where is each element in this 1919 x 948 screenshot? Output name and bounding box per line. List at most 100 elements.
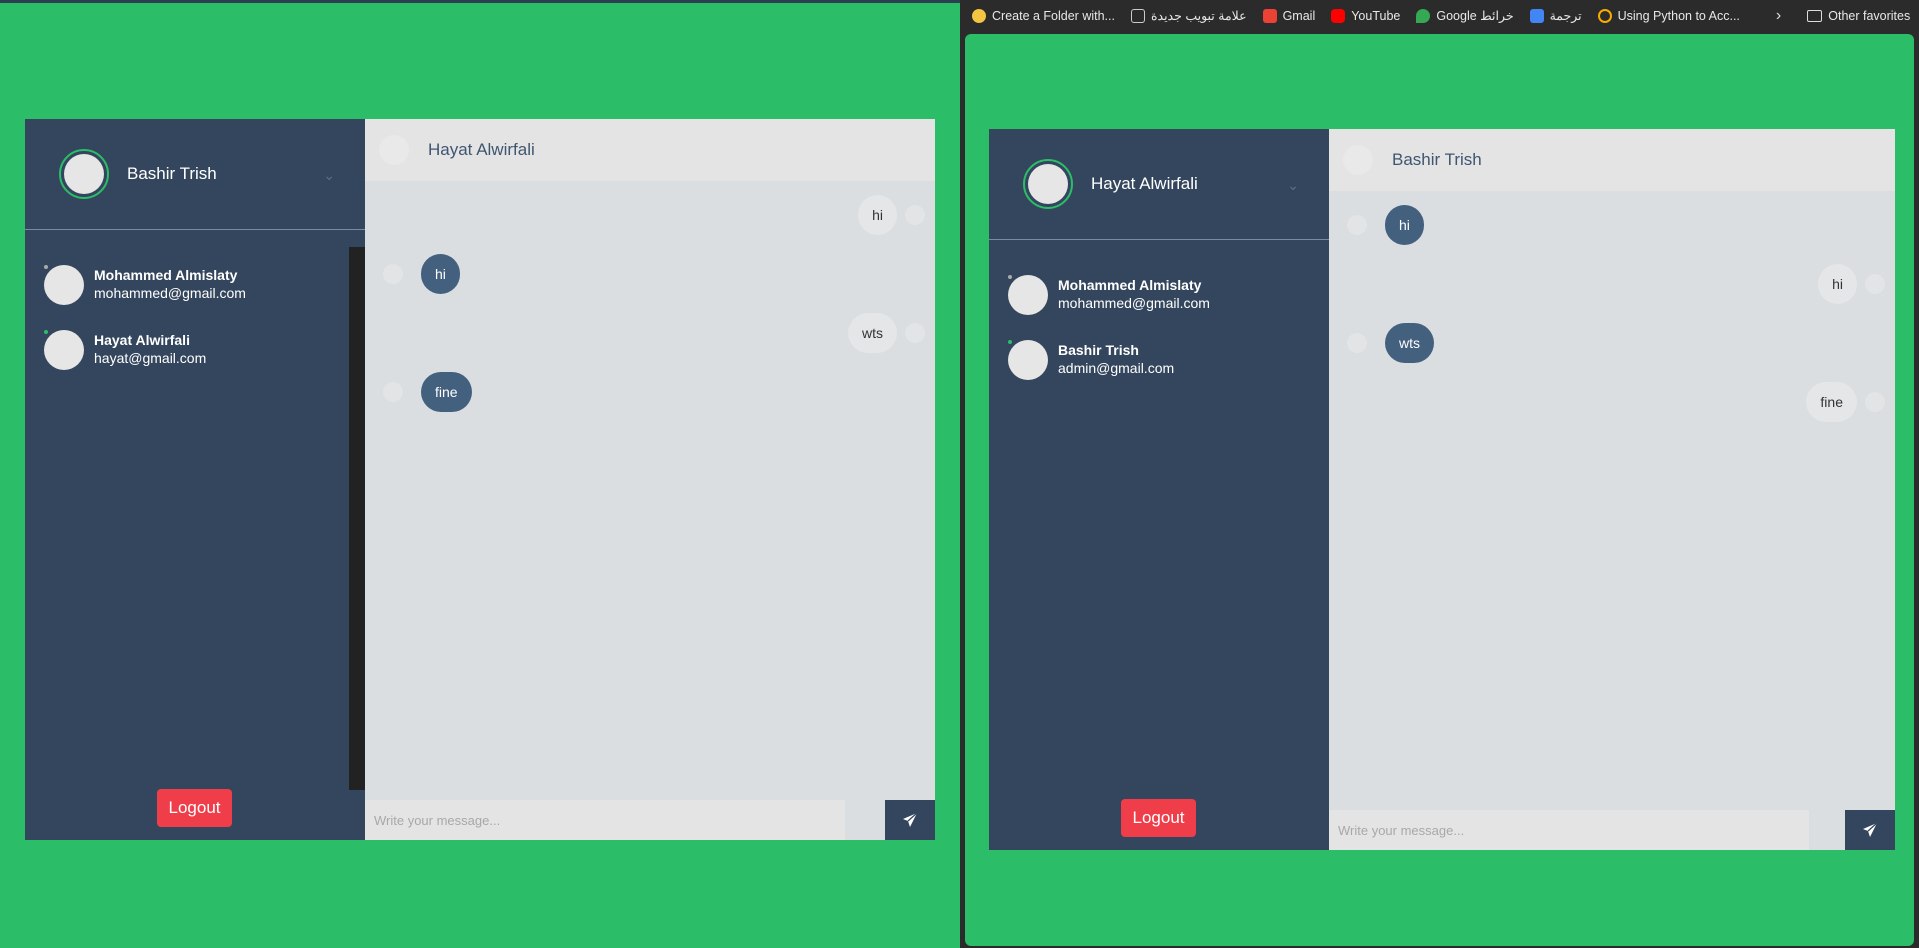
bookmark-item[interactable]: Google خرائط: [1416, 8, 1514, 23]
more-bookmarks-chevron-icon[interactable]: ›: [1776, 7, 1781, 25]
folder-icon: [1807, 9, 1823, 22]
online-status-dot: [43, 328, 49, 335]
contact-avatar: [1007, 273, 1048, 315]
message-avatar: [1347, 333, 1367, 353]
contact-item[interactable]: Mohammed Almislaty mohammed@gmail.com: [25, 252, 365, 317]
gmail-icon: [1262, 8, 1277, 23]
message-bubble: hi: [1385, 205, 1424, 245]
message-bubble: wts: [1385, 323, 1434, 363]
message-sent: wts: [383, 313, 925, 353]
contact-email: mohammed@gmail.com: [94, 284, 246, 301]
left-browser-viewport: Bashir Trish ⌄ Mohammed Almislaty mohamm…: [0, 0, 960, 948]
contact-email: mohammed@gmail.com: [1058, 294, 1210, 311]
bookmark-item[interactable]: علامة تبويب جديدة: [1130, 8, 1247, 23]
message-bubble: fine: [1806, 382, 1857, 422]
contact-avatar: [43, 328, 84, 370]
chat-app: Bashir Trish ⌄ Mohammed Almislaty mohamm…: [25, 119, 935, 840]
logout-button[interactable]: Logout: [157, 789, 232, 827]
message-composer: [365, 800, 935, 840]
contact-name: Bashir Trish: [1058, 341, 1139, 358]
contact-avatar: [1007, 338, 1048, 380]
translate-icon: [1529, 8, 1544, 23]
bookmark-item[interactable]: YouTube: [1331, 8, 1401, 23]
bookmark-label: YouTube: [1351, 8, 1401, 23]
contact-list: Mohammed Almislaty mohammed@gmail.com Ha…: [25, 230, 365, 382]
chat-partner-avatar: [1343, 145, 1373, 175]
message-avatar: [905, 323, 925, 343]
message-bubble: fine: [421, 372, 472, 412]
bookmark-label: ترجمة: [1549, 9, 1582, 23]
message-received: hi: [1347, 205, 1885, 245]
chat-partner-avatar: [379, 135, 409, 165]
bookmark-item[interactable]: Gmail: [1262, 8, 1316, 23]
contact-item[interactable]: Hayat Alwirfali hayat@gmail.com: [25, 317, 365, 382]
current-user-header[interactable]: Hayat Alwirfali ⌄: [989, 129, 1329, 240]
current-user-name: Bashir Trish: [127, 164, 217, 183]
offline-status-dot: [1007, 273, 1013, 280]
chat-partner-name: Bashir Trish: [1392, 150, 1482, 169]
current-user-name: Hayat Alwirfali: [1091, 174, 1198, 193]
message-avatar: [1347, 215, 1367, 235]
sidebar: Hayat Alwirfali ⌄ Mohammed Almislaty moh…: [989, 129, 1329, 850]
chevron-down-icon[interactable]: ⌄: [1287, 177, 1299, 194]
bookmark-label: Google خرائط: [1436, 9, 1514, 23]
bookmarks-bar: Create a Folder with... علامة تبويب جديد…: [960, 0, 1919, 31]
bookmark-label: Other favorites: [1828, 8, 1911, 23]
logout-button[interactable]: Logout: [1121, 799, 1196, 837]
colab-icon: [1597, 8, 1612, 23]
message-avatar: [905, 205, 925, 225]
message-sent: fine: [1347, 382, 1885, 422]
message-received: hi: [383, 254, 925, 294]
bookmark-label: Gmail: [1282, 8, 1316, 23]
message-bubble: hi: [1818, 264, 1857, 304]
scrollbar[interactable]: [349, 247, 365, 790]
message-input[interactable]: [365, 800, 845, 840]
send-button[interactable]: [1845, 810, 1895, 850]
message-avatar: [383, 264, 403, 284]
current-user-header[interactable]: Bashir Trish ⌄: [25, 119, 365, 230]
message-composer: [1329, 810, 1895, 850]
bookmark-label: Using Python to Acc...: [1617, 8, 1740, 23]
message-bubble: hi: [858, 195, 897, 235]
message-bubble: wts: [848, 313, 897, 353]
send-icon: [903, 812, 918, 827]
contact-list: Mohammed Almislaty mohammed@gmail.com Ba…: [989, 240, 1329, 392]
message-avatar: [1865, 392, 1885, 412]
message-list: hi hi wts fine: [1329, 191, 1895, 422]
contact-email: admin@gmail.com: [1058, 359, 1175, 376]
bookmark-label: Create a Folder with...: [992, 8, 1115, 23]
youtube-icon: [1331, 8, 1346, 23]
message-received: fine: [383, 372, 925, 412]
send-button[interactable]: [885, 800, 935, 840]
message-input[interactable]: [1329, 810, 1809, 850]
current-user-avatar: [59, 149, 109, 199]
message-bubble: hi: [421, 254, 460, 294]
message-avatar: [383, 382, 403, 402]
bookmark-item[interactable]: Using Python to Acc...: [1597, 8, 1740, 23]
chevron-down-icon[interactable]: ⌄: [323, 167, 335, 184]
bookmark-item[interactable]: ترجمة: [1529, 8, 1582, 23]
contact-avatar: [43, 263, 84, 305]
message-sent: hi: [1347, 264, 1885, 304]
chat-header: Bashir Trish: [1329, 129, 1895, 191]
smiley-icon: [972, 8, 986, 23]
contact-email: hayat@gmail.com: [94, 349, 207, 366]
current-user-avatar: [1023, 159, 1073, 209]
message-list: hi hi wts fine: [365, 181, 935, 412]
right-browser-viewport: Hayat Alwirfali ⌄ Mohammed Almislaty moh…: [965, 34, 1914, 946]
message-received: wts: [1347, 323, 1885, 363]
contact-item[interactable]: Bashir Trish admin@gmail.com: [989, 327, 1329, 392]
message-avatar: [1865, 274, 1885, 294]
bookmark-label: علامة تبويب جديدة: [1150, 9, 1247, 23]
send-icon: [1863, 822, 1878, 837]
offline-status-dot: [43, 263, 49, 270]
message-sent: hi: [383, 195, 925, 235]
chat-panel: Bashir Trish hi hi wts fine: [1329, 129, 1895, 850]
bookmark-item[interactable]: Create a Folder with...: [972, 8, 1115, 23]
chat-panel: Hayat Alwirfali hi hi wts fine: [365, 119, 935, 840]
chat-partner-name: Hayat Alwirfali: [428, 140, 535, 159]
online-status-dot: [1007, 338, 1013, 345]
contact-item[interactable]: Mohammed Almislaty mohammed@gmail.com: [989, 262, 1329, 327]
other-favorites[interactable]: Other favorites: [1807, 9, 1910, 23]
contact-name: Mohammed Almislaty: [1058, 276, 1202, 293]
